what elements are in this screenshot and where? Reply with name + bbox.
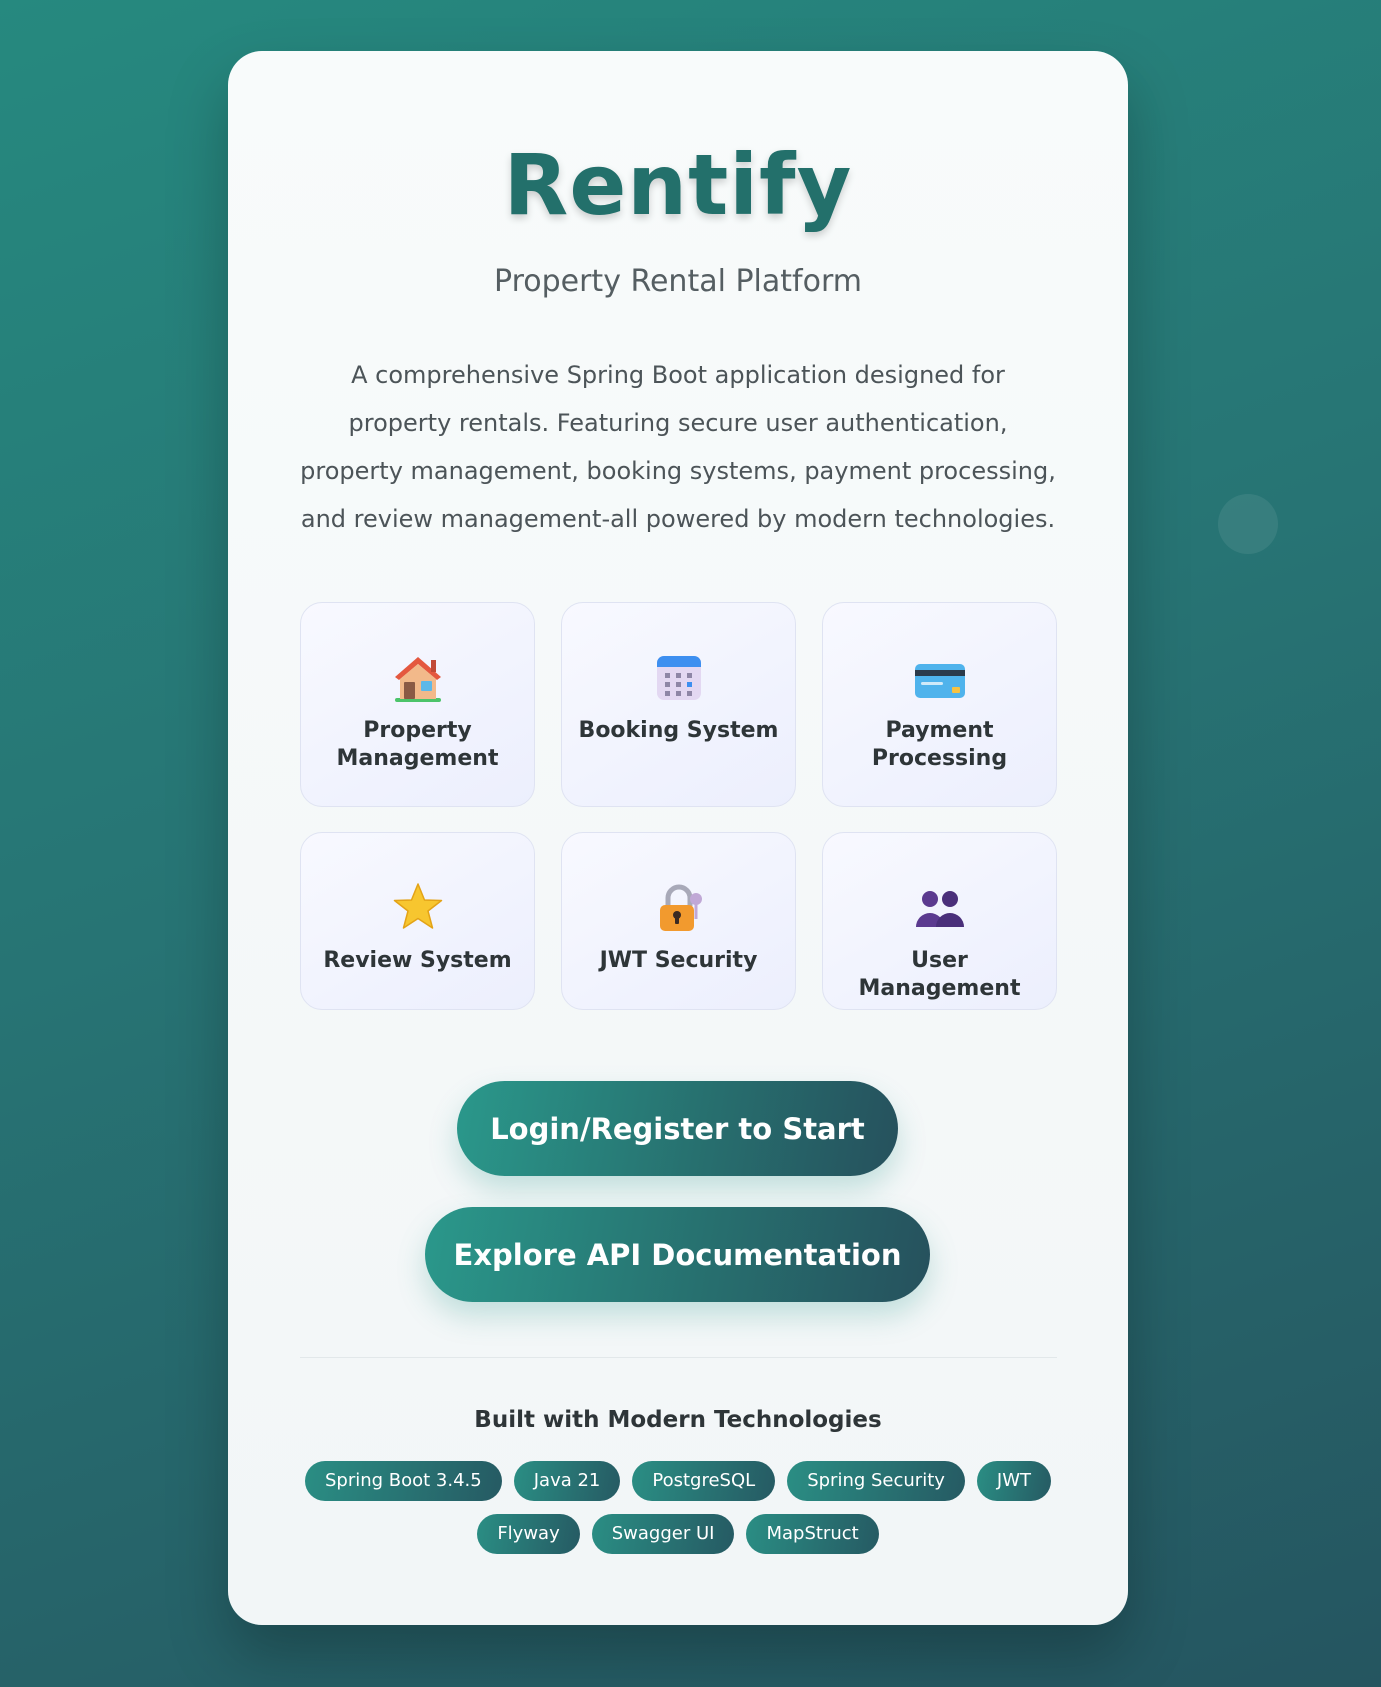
tech-badge-row: Spring Boot 3.4.5 Java 21 PostgreSQL Spr… <box>228 1461 1128 1501</box>
star-icon <box>393 883 442 929</box>
welcome-card: Rentify Property Rental Platform A compr… <box>228 51 1128 1625</box>
tech-badge: MapStruct <box>746 1514 879 1554</box>
feature-label: Payment Processing <box>871 718 1008 771</box>
section-divider <box>300 1357 1057 1358</box>
api-docs-button[interactable]: Explore API Documentation <box>425 1207 930 1302</box>
calendar-icon <box>656 656 701 700</box>
feature-label: Booking System <box>578 718 779 743</box>
page-title: Rentify <box>503 136 853 234</box>
feature-label: User Management <box>858 948 1021 1001</box>
page-subtitle: Property Rental Platform <box>494 264 862 299</box>
feature-card-property-management: Property Management <box>300 602 535 807</box>
login-register-button[interactable]: Login/Register to Start <box>457 1081 898 1176</box>
feature-card-review-system: Review System <box>300 832 535 1010</box>
feature-card-jwt-security: JWT Security <box>561 832 796 1010</box>
tech-badge: Spring Boot 3.4.5 <box>304 1461 502 1501</box>
tech-badge: Java 21 <box>513 1461 621 1501</box>
tech-badge-row: Flyway Swagger UI MapStruct <box>228 1514 1128 1554</box>
feature-card-user-management: User Management <box>822 832 1057 1010</box>
lock-key-icon <box>659 884 702 931</box>
credit-card-icon <box>914 664 965 698</box>
feature-grid: Property Management Booking System Payme… <box>300 602 1057 1010</box>
background-decoration-circle <box>1218 494 1278 554</box>
tech-badge: PostgreSQL <box>632 1461 776 1501</box>
users-icon <box>915 891 964 927</box>
tech-badge: JWT <box>976 1461 1052 1501</box>
feature-label: Review System <box>323 948 512 973</box>
feature-label: Property Management <box>336 718 499 771</box>
tech-badge: Flyway <box>477 1514 580 1554</box>
tech-heading: Built with Modern Technologies <box>474 1407 882 1433</box>
tech-badge: Swagger UI <box>591 1514 735 1554</box>
feature-card-booking-system: Booking System <box>561 602 796 807</box>
app-description: A comprehensive Spring Boot application … <box>300 361 1056 533</box>
house-icon <box>394 657 441 702</box>
tech-badge: Spring Security <box>787 1461 965 1501</box>
feature-label: JWT Security <box>599 948 758 973</box>
feature-card-payment-processing: Payment Processing <box>822 602 1057 807</box>
